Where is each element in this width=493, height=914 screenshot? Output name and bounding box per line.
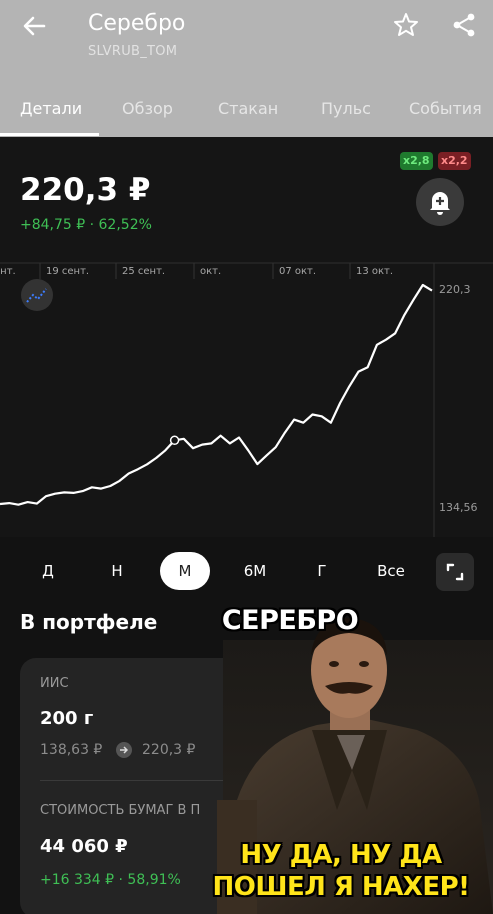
x-tick-label: 07 окт. [279, 266, 316, 277]
tab-events[interactable]: События [409, 99, 482, 118]
x-tick-label: окт. [200, 266, 221, 277]
portfolio-gain: +16 334 ₽ · 58,91% [40, 872, 181, 888]
meme-bottom-caption-line1: НУ ДА, НУ ДА [240, 840, 442, 870]
meme-bottom-caption-line2: ПОШЕЛ Я НАХЕР! [212, 872, 470, 902]
holding-quantity: 200 г [40, 708, 94, 729]
tab-bar: Детали Обзор Стакан Пульс События [0, 90, 493, 137]
fullscreen-button[interactable] [436, 553, 474, 591]
average-price: 138,63 ₽ [40, 742, 103, 758]
tab-pulse[interactable]: Пульс [321, 99, 371, 118]
period-6months[interactable]: 6М [230, 552, 280, 590]
expand-icon [446, 563, 464, 581]
period-week[interactable]: Н [94, 552, 140, 590]
star-icon[interactable] [392, 11, 420, 39]
price-series-line [0, 283, 433, 506]
share-icon[interactable] [450, 11, 478, 39]
bell-plus-icon [430, 192, 450, 215]
app-header: Серебро SLVRUB_TOM Детали Обзор Стакан П… [0, 0, 493, 137]
price-line-chart[interactable]: ент. 19 сент. 25 сент. окт. 07 окт. 13 окт. 2… [0, 257, 493, 537]
period-day[interactable]: Д [25, 552, 71, 590]
price-alert-button[interactable] [416, 178, 464, 226]
back-arrow-icon[interactable] [20, 12, 48, 40]
current-price: 220,3 ₽ [20, 172, 151, 208]
portfolio-title: В портфеле [20, 610, 158, 634]
indicator-button[interactable] [21, 279, 53, 311]
x-tick-label: 25 сент. [122, 266, 165, 277]
long-leverage-badge: x2,8 [400, 152, 433, 170]
meme-top-caption: СЕРЕБРО [221, 605, 359, 636]
y-low-label: 134,56 [439, 501, 478, 514]
price-chart-panel: 220,3 ₽ +84,75 ₽ · 62,52% x2,8 x2,2 ент.… [0, 137, 493, 537]
price-change: +84,75 ₽ · 62,52% [20, 217, 152, 233]
period-month[interactable]: М [160, 552, 210, 590]
account-label: ИИС [40, 676, 69, 691]
x-tick-label: 19 сент. [46, 266, 89, 277]
securities-value: 44 060 ₽ [40, 836, 128, 857]
arrow-right-icon [116, 742, 132, 758]
active-tab-indicator [0, 133, 99, 136]
page-title: Серебро [88, 11, 186, 36]
period-year[interactable]: Г [299, 552, 345, 590]
securities-value-label: СТОИМОСТЬ БУМАГ В П [40, 803, 201, 818]
tab-orderbook[interactable]: Стакан [218, 99, 278, 118]
x-tick-label: 13 окт. [356, 266, 393, 277]
ticker-label: SLVRUB_TOM [88, 44, 178, 59]
trade-marker [169, 435, 180, 446]
y-high-label: 220,3 [439, 283, 471, 296]
short-leverage-badge: x2,2 [438, 152, 471, 170]
tab-overview[interactable]: Обзор [122, 99, 173, 118]
tab-details[interactable]: Детали [20, 99, 82, 118]
x-tick-label: ент. [0, 266, 16, 277]
period-selector: Д Н М 6М Г Все [0, 552, 493, 592]
period-all[interactable]: Все [366, 552, 416, 590]
